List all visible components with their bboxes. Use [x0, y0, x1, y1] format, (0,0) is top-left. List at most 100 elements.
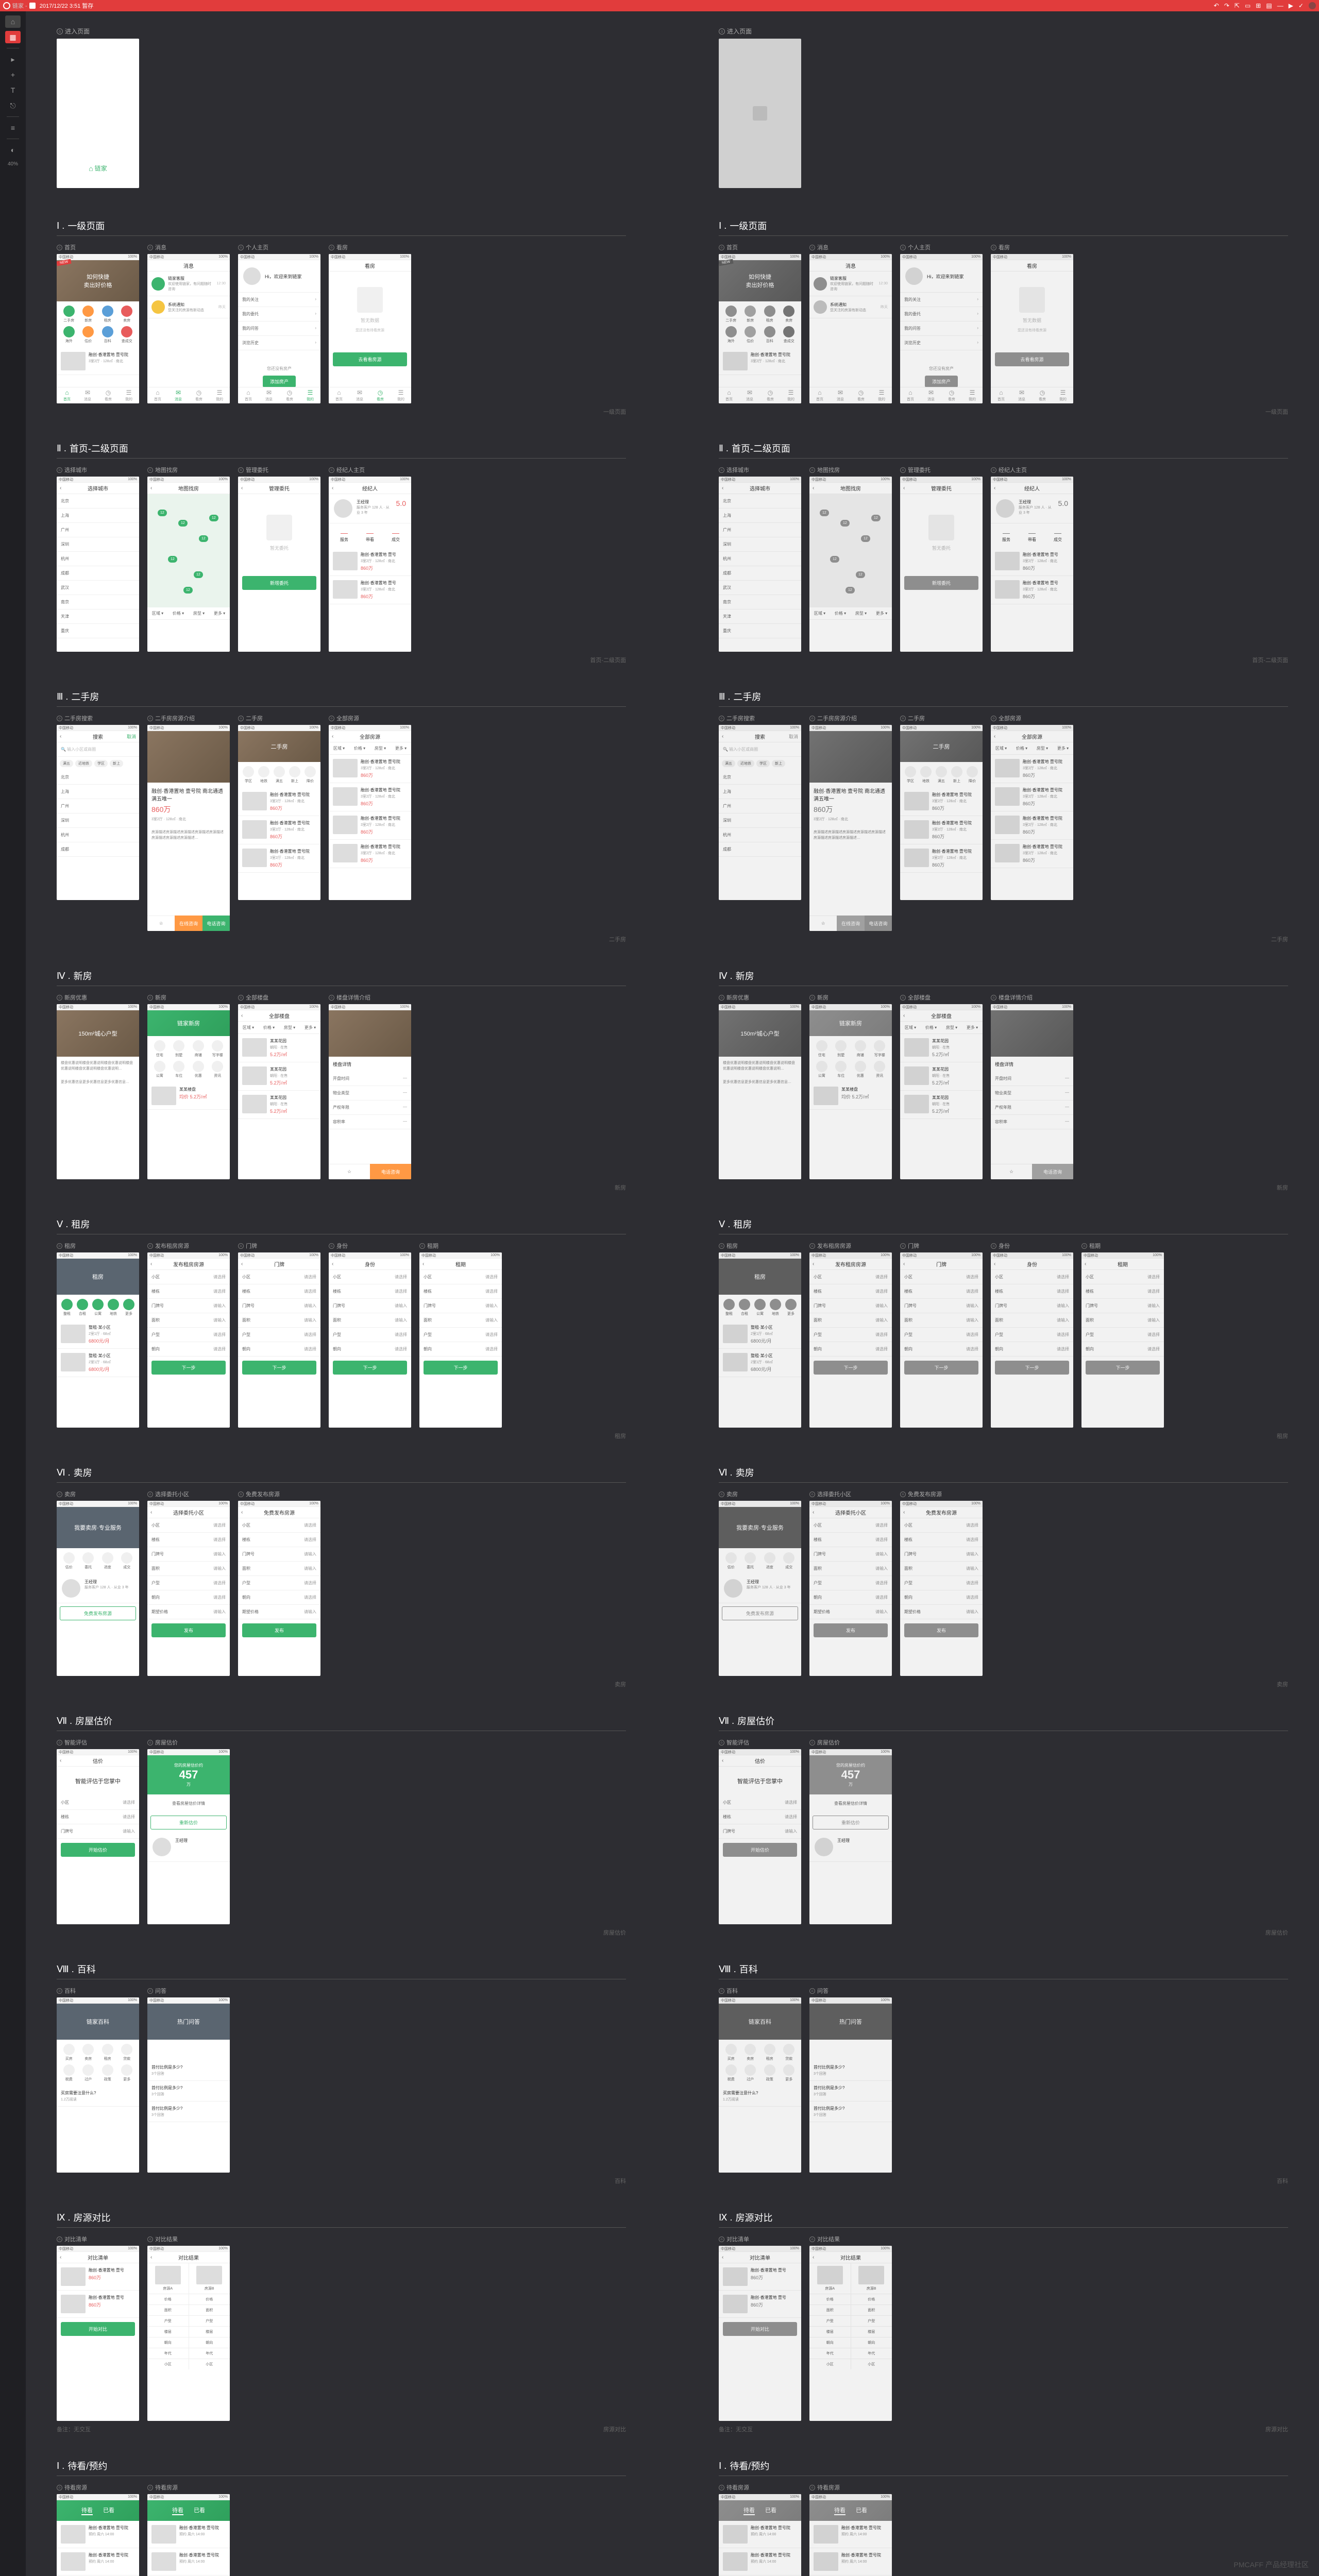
home-hero[interactable]: NEW如何快捷 卖出好价格 — [57, 260, 139, 301]
icon-卖房[interactable]: 卖房 — [781, 306, 798, 323]
tag-pill[interactable]: 近地铁 — [75, 760, 92, 767]
form-field[interactable]: 面积请输入 — [1081, 1313, 1164, 1328]
map-pin[interactable]: 12 — [158, 510, 167, 516]
tab-1[interactable]: ✉消息 — [830, 387, 851, 403]
map-view[interactable]: 12121212121212 — [809, 494, 892, 607]
wiki-cat[interactable]: 租房 — [762, 2044, 778, 2061]
sell-action[interactable]: 委托 — [80, 1552, 97, 1570]
rent-cat[interactable]: 合租 — [76, 1299, 89, 1316]
form-field[interactable]: 朝向请选择 — [147, 1590, 230, 1605]
back-icon[interactable]: ‹ — [241, 1013, 243, 1019]
pending-tab[interactable]: 已看 — [194, 2506, 205, 2515]
tab-1[interactable]: ✉消息 — [259, 387, 279, 403]
qa-item[interactable]: 首付比例是多少?3个回答 — [809, 2081, 892, 2102]
sell-action[interactable]: 进度 — [99, 1552, 116, 1570]
history-row[interactable]: 深圳 — [719, 814, 801, 828]
form-field[interactable]: 楼栋请选择 — [991, 1284, 1073, 1299]
next-button[interactable]: 下一步 — [995, 1361, 1069, 1375]
tab-0[interactable]: ⌂首页 — [719, 387, 739, 403]
city-row[interactable]: 深圳 — [719, 537, 801, 552]
listing-row[interactable]: 融创·香港置地 壹号院 3室2厅 · 128㎡ · 南北860万 — [238, 816, 320, 844]
form-field[interactable]: 面积请输入 — [809, 1313, 892, 1328]
tab-2[interactable]: ◷看房 — [189, 387, 209, 403]
form-field[interactable]: 小区请选择 — [719, 1795, 801, 1810]
form-field[interactable]: 户型请选择 — [809, 1328, 892, 1342]
icon-估价[interactable]: 估价 — [742, 326, 759, 344]
save-icon[interactable]: ✓ — [1298, 2, 1304, 9]
tab-0[interactable]: ⌂首页 — [809, 387, 830, 403]
listing-row[interactable]: 融创·香港置地 壹号院 3室2厅 · 128㎡ · 南北860万 — [238, 788, 320, 816]
form-field[interactable]: 楼栋请选择 — [900, 1533, 983, 1547]
map-pin[interactable]: 12 — [830, 556, 839, 563]
city-row[interactable]: 深圳 — [57, 537, 139, 552]
form-field[interactable]: 小区请选择 — [419, 1270, 502, 1284]
newhouse-item[interactable]: 某某楼盘均价 5.2万/㎡ — [809, 1082, 892, 1110]
compare-item[interactable]: 融创·香港置地 壹号860万 — [57, 2263, 139, 2291]
history-row[interactable]: 北京 — [719, 770, 801, 785]
filter-item[interactable]: 房型 ▾ — [279, 1022, 300, 1033]
form-field[interactable]: 面积请输入 — [419, 1313, 502, 1328]
back-icon[interactable]: ‹ — [722, 1758, 723, 1764]
find-button[interactable]: 去看看房源 — [333, 352, 407, 366]
tab-0[interactable]: ⌂首页 — [238, 387, 259, 403]
filter-item[interactable]: 更多 ▾ — [209, 607, 230, 619]
icon-租房[interactable]: 租房 — [762, 306, 778, 323]
filter-item[interactable]: 价格 ▾ — [259, 1022, 279, 1033]
form-field[interactable]: 楼栋请选择 — [147, 1533, 230, 1547]
tab-0[interactable]: ⌂首页 — [329, 387, 349, 403]
rent-item[interactable]: 整租·某小区2室1厅 · 68㎡6800元/月 — [57, 1320, 139, 1349]
agent-card[interactable]: 王经理服务客户 128 人 · 从业 3 年5.0 — [991, 494, 1073, 523]
back-icon[interactable]: ‹ — [60, 485, 61, 491]
pending-tab[interactable]: 已看 — [765, 2506, 776, 2515]
tool-add-icon[interactable]: + — [5, 69, 21, 81]
city-row[interactable]: 北京 — [719, 494, 801, 509]
form-field[interactable]: 门牌号请输入 — [809, 1299, 892, 1313]
newhouse-cat[interactable]: 公寓 — [151, 1061, 168, 1078]
submit-button[interactable]: 发布 — [151, 1623, 226, 1637]
quick-filter[interactable]: 新上 — [289, 766, 301, 784]
sell-cta[interactable]: 免费发布房源 — [722, 1606, 798, 1620]
icon-二手房[interactable]: 二手房 — [61, 306, 77, 323]
form-field[interactable]: 户型请选择 — [900, 1576, 983, 1590]
find-button[interactable]: 去看看房源 — [995, 352, 1069, 366]
city-row[interactable]: 广州 — [57, 523, 139, 537]
qa-item[interactable]: 首付比例是多少?3个回答 — [809, 2060, 892, 2081]
reevaluate-button[interactable]: 重新估价 — [150, 1816, 227, 1829]
form-field[interactable]: 期望价格请输入 — [147, 1605, 230, 1619]
quick-filter[interactable]: 地铁 — [920, 766, 932, 784]
city-row[interactable]: 杭州 — [719, 552, 801, 566]
filter-item[interactable]: 房型 ▾ — [941, 1022, 962, 1033]
newhouse-cat[interactable]: 优惠 — [190, 1061, 207, 1078]
wiki-cat[interactable]: 税费 — [61, 2064, 77, 2082]
tool-library-icon[interactable]: ▸ — [5, 53, 21, 65]
search-input[interactable]: 🔍 输入小区或商圈 — [57, 742, 139, 757]
history-row[interactable]: 成都 — [57, 842, 139, 857]
rent-cat[interactable]: 公寓 — [754, 1299, 766, 1316]
quick-filter[interactable]: 降价 — [966, 766, 978, 784]
map-pin[interactable]: 12 — [840, 520, 850, 527]
next-button[interactable]: 下一步 — [904, 1361, 978, 1375]
form-field[interactable]: 面积请输入 — [329, 1313, 411, 1328]
listing-row[interactable]: 融创·香港置地 壹号院 3室2厅 · 128㎡ · 南北860万 — [991, 811, 1073, 840]
back-icon[interactable]: ‹ — [994, 485, 995, 491]
form-field[interactable]: 门牌号请输入 — [147, 1299, 230, 1313]
back-icon[interactable]: ‹ — [722, 485, 723, 491]
tab-3[interactable]: ☰我的 — [962, 387, 983, 403]
back-icon[interactable]: ‹ — [903, 1510, 905, 1515]
form-field[interactable]: 期望价格请输入 — [809, 1605, 892, 1619]
city-row[interactable]: 重庆 — [57, 624, 139, 638]
map-pin[interactable]: 12 — [168, 556, 177, 563]
evaluate-button[interactable]: 开始估价 — [61, 1843, 135, 1857]
tab-0[interactable]: ⌂首页 — [57, 387, 77, 403]
icon-海外[interactable]: 海外 — [723, 326, 739, 344]
quick-filter[interactable]: 学区 — [904, 766, 917, 784]
tag-pill[interactable]: 新上 — [110, 760, 123, 767]
tag-pill[interactable]: 满五 — [60, 760, 73, 767]
icon-租房[interactable]: 租房 — [99, 306, 116, 323]
tool-pages-icon[interactable]: ▦ — [5, 31, 21, 43]
pending-tab[interactable]: 待看 — [81, 2506, 93, 2515]
fav-button[interactable]: ☆ — [147, 916, 175, 931]
agent-listing[interactable]: 融创·香港置地 壹号3室2厅 · 128㎡ · 南北860万 — [329, 548, 411, 576]
pending-tab[interactable]: 待看 — [743, 2506, 755, 2515]
tab-3[interactable]: ☰我的 — [300, 387, 320, 403]
